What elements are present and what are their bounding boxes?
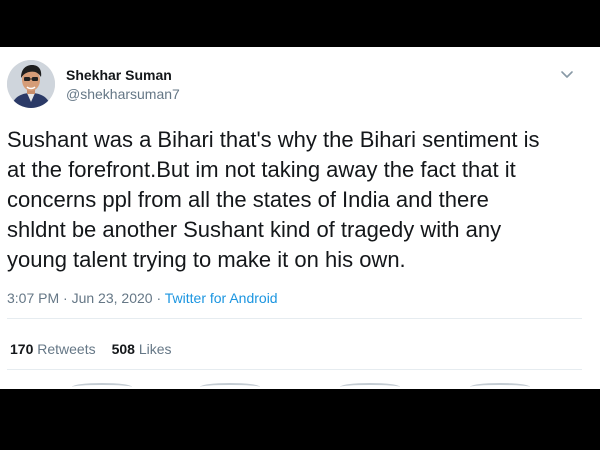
avatar[interactable] <box>7 60 55 108</box>
tweet-text: Sushant was a Bihari that's why the Biha… <box>7 125 587 275</box>
tweet-card: Shekhar Suman @shekharsuman7 Sushant was… <box>0 47 600 389</box>
tweet-stats: 170 Retweets 508 Likes <box>10 341 172 357</box>
meta-separator: · <box>156 290 162 306</box>
tweet-text-line: Sushant was a Bihari that's why the Biha… <box>7 127 540 152</box>
chevron-down-icon[interactable] <box>558 65 576 83</box>
tweet-text-line: shldnt be another Sushant kind of traged… <box>7 217 502 242</box>
tweet-date[interactable]: Jun 23, 2020 <box>72 290 153 306</box>
retweets-count: 170 <box>10 341 34 357</box>
tweet-meta: 3:07 PM · Jun 23, 2020 · Twitter for And… <box>7 290 278 306</box>
likes-count: 508 <box>111 341 135 357</box>
divider <box>7 369 582 370</box>
tweet-source-link[interactable]: Twitter for Android <box>165 290 278 306</box>
author-display-name[interactable]: Shekhar Suman <box>66 67 172 83</box>
retweet-icon[interactable] <box>200 383 260 389</box>
reply-icon[interactable] <box>72 383 132 389</box>
author-handle[interactable]: @shekharsuman7 <box>66 86 180 102</box>
tweet-text-line: at the forefront.But im not taking away … <box>7 157 516 182</box>
divider <box>7 318 582 319</box>
tweet-text-line: young talent trying to make it on his ow… <box>7 247 406 272</box>
share-icon[interactable] <box>470 383 530 389</box>
retweets-stat[interactable]: 170 Retweets <box>10 341 96 357</box>
likes-stat[interactable]: 508 Likes <box>112 341 172 357</box>
like-icon[interactable] <box>340 383 400 389</box>
tweet-text-line: concerns ppl from all the states of Indi… <box>7 187 489 212</box>
likes-label: Likes <box>138 341 172 357</box>
tweet-time[interactable]: 3:07 PM <box>7 290 59 306</box>
retweets-label: Retweets <box>37 341 96 357</box>
meta-separator: · <box>63 290 68 306</box>
